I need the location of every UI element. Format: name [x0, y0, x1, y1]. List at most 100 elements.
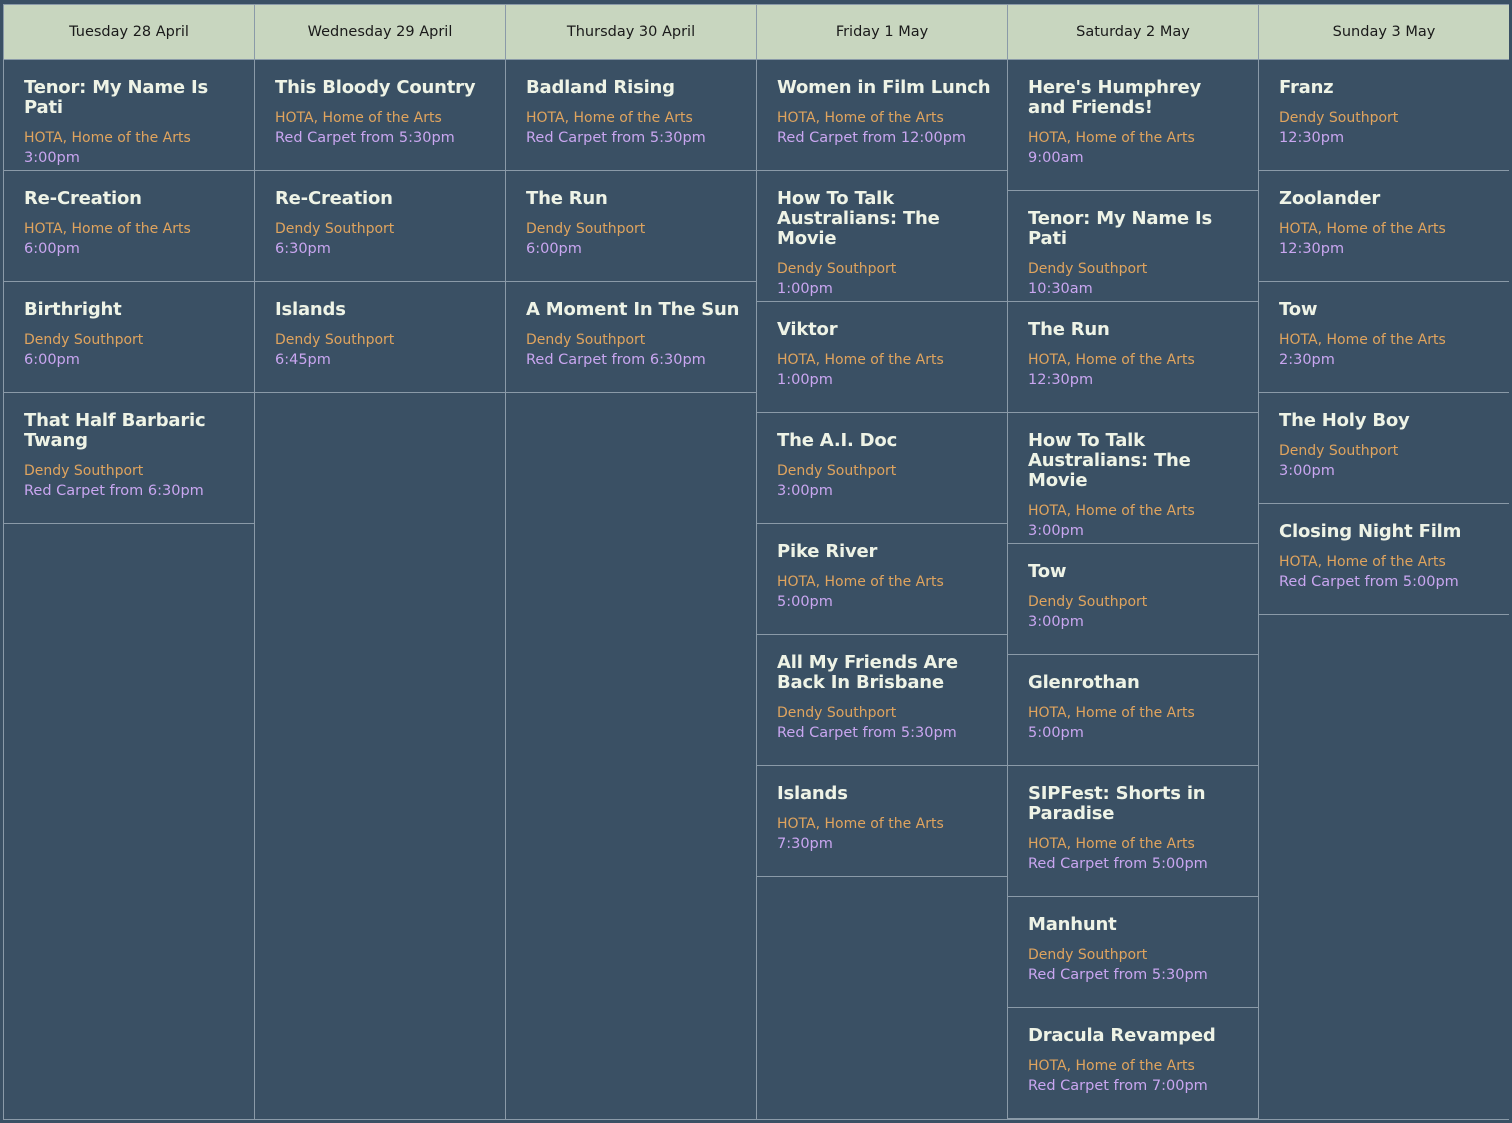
event-title: All My Friends Are Back In Brisbane	[777, 652, 958, 693]
event-time: Red Carpet from 5:30pm	[777, 725, 957, 741]
event-card[interactable]: Birthright Dendy Southport 6:00pm	[4, 282, 254, 393]
event-title: Dracula Revamped	[1028, 1025, 1216, 1046]
event-title: Closing Night Film	[1279, 521, 1462, 542]
event-time: Red Carpet from 5:30pm	[1028, 967, 1208, 983]
event-title: Pike River	[777, 541, 878, 562]
event-card[interactable]: Dracula Revamped HOTA, Home of the Arts …	[1008, 1008, 1258, 1119]
event-card[interactable]: Tow Dendy Southport 3:00pm	[1008, 544, 1258, 655]
event-venue: HOTA, Home of the Arts	[777, 110, 944, 126]
event-title: Tenor: My Name Is Pati	[1028, 208, 1212, 249]
event-time: 6:45pm	[275, 352, 331, 368]
event-venue: Dendy Southport	[24, 463, 144, 479]
event-venue: HOTA, Home of the Arts	[275, 110, 442, 126]
event-title: Zoolander	[1279, 188, 1381, 209]
event-title: Islands	[275, 299, 346, 320]
event-card[interactable]: Tow HOTA, Home of the Arts 2:30pm	[1259, 282, 1509, 393]
event-venue: HOTA, Home of the Arts	[1028, 836, 1195, 852]
event-card[interactable]: SIPFest: Shorts in Paradise HOTA, Home o…	[1008, 766, 1258, 897]
event-card[interactable]: Re-Creation Dendy Southport 6:30pm	[255, 171, 505, 282]
event-time: 1:00pm	[777, 281, 833, 297]
event-time: 6:30pm	[275, 241, 331, 257]
event-title: How To Talk Australians: The Movie	[777, 188, 940, 249]
event-title: Re-Creation	[275, 188, 393, 209]
event-time: 12:30pm	[1279, 130, 1345, 146]
event-card[interactable]: The A.I. Doc Dendy Southport 3:00pm	[757, 413, 1007, 524]
event-title: How To Talk Australians: The Movie	[1028, 430, 1191, 491]
event-card[interactable]: All My Friends Are Back In Brisbane Dend…	[757, 635, 1007, 766]
event-card[interactable]: Glenrothan HOTA, Home of the Arts 5:00pm	[1008, 655, 1258, 766]
event-time: 1:00pm	[777, 372, 833, 388]
event-venue: Dendy Southport	[275, 332, 395, 348]
event-time: 3:00pm	[1028, 523, 1084, 539]
event-venue: HOTA, Home of the Arts	[1028, 352, 1195, 368]
event-card[interactable]: The Run Dendy Southport 6:00pm	[506, 171, 756, 282]
event-title: That Half Barbaric Twang	[24, 410, 206, 451]
event-time: Red Carpet from 6:30pm	[24, 483, 204, 499]
event-card[interactable]: Islands Dendy Southport 6:45pm	[255, 282, 505, 393]
event-venue: Dendy Southport	[526, 221, 646, 237]
event-title: Tow	[1028, 561, 1067, 582]
event-venue: HOTA, Home of the Arts	[1028, 503, 1195, 519]
event-title: Birthright	[24, 299, 122, 320]
event-card[interactable]: Women in Film Lunch HOTA, Home of the Ar…	[757, 60, 1007, 171]
event-venue: HOTA, Home of the Arts	[1028, 705, 1195, 721]
event-venue: Dendy Southport	[777, 261, 897, 277]
event-time: 12:30pm	[1028, 372, 1094, 388]
event-card[interactable]: How To Talk Australians: The Movie HOTA,…	[1008, 413, 1258, 544]
event-time: 5:00pm	[777, 594, 833, 610]
event-card[interactable]: This Bloody Country HOTA, Home of the Ar…	[255, 60, 505, 171]
event-venue: Dendy Southport	[24, 332, 144, 348]
event-card[interactable]: Tenor: My Name Is Pati HOTA, Home of the…	[4, 60, 254, 171]
day-header: Sunday 3 May	[1259, 5, 1509, 60]
event-title: The Run	[1028, 319, 1110, 340]
event-venue: HOTA, Home of the Arts	[1028, 1058, 1195, 1074]
event-title: Tow	[1279, 299, 1318, 320]
event-time: Red Carpet from 5:00pm	[1028, 856, 1208, 872]
event-time: 3:00pm	[1279, 463, 1335, 479]
event-card[interactable]: Tenor: My Name Is Pati Dendy Southport 1…	[1008, 191, 1258, 302]
day-column-wednesday: Wednesday 29 April This Bloody Country H…	[255, 5, 505, 1119]
event-time: 5:00pm	[1028, 725, 1084, 741]
event-card[interactable]: Viktor HOTA, Home of the Arts 1:00pm	[757, 302, 1007, 413]
event-time: 9:00am	[1028, 150, 1084, 166]
event-card[interactable]: Badland Rising HOTA, Home of the Arts Re…	[506, 60, 756, 171]
day-column-tuesday: Tuesday 28 April Tenor: My Name Is Pati …	[4, 5, 254, 1119]
event-venue: HOTA, Home of the Arts	[526, 110, 693, 126]
event-card[interactable]: A Moment In The Sun Dendy Southport Red …	[506, 282, 756, 393]
schedule-grid: Tuesday 28 April Tenor: My Name Is Pati …	[3, 4, 1509, 1120]
event-venue: Dendy Southport	[1279, 443, 1399, 459]
event-card[interactable]: Closing Night Film HOTA, Home of the Art…	[1259, 504, 1509, 615]
event-card[interactable]: Islands HOTA, Home of the Arts 7:30pm	[757, 766, 1007, 877]
event-title: SIPFest: Shorts in Paradise	[1028, 783, 1206, 824]
event-card[interactable]: That Half Barbaric Twang Dendy Southport…	[4, 393, 254, 524]
event-venue: HOTA, Home of the Arts	[1279, 554, 1446, 570]
event-title: Tenor: My Name Is Pati	[24, 77, 208, 118]
event-card[interactable]: Pike River HOTA, Home of the Arts 5:00pm	[757, 524, 1007, 635]
event-title: Women in Film Lunch	[777, 77, 991, 98]
event-title: This Bloody Country	[275, 77, 476, 98]
event-time: 3:00pm	[24, 150, 80, 166]
event-card[interactable]: The Run HOTA, Home of the Arts 12:30pm	[1008, 302, 1258, 413]
event-title: A Moment In The Sun	[526, 299, 740, 320]
event-card[interactable]: The Holy Boy Dendy Southport 3:00pm	[1259, 393, 1509, 504]
event-card[interactable]: How To Talk Australians: The Movie Dendy…	[757, 171, 1007, 302]
event-time: 7:30pm	[777, 836, 833, 852]
event-venue: Dendy Southport	[1028, 594, 1148, 610]
event-card[interactable]: Zoolander HOTA, Home of the Arts 12:30pm	[1259, 171, 1509, 282]
event-time: 10:30am	[1028, 281, 1093, 297]
event-time: Red Carpet from 5:00pm	[1279, 574, 1459, 590]
event-venue: HOTA, Home of the Arts	[777, 574, 944, 590]
event-card[interactable]: Here's Humphrey and Friends! HOTA, Home …	[1008, 60, 1258, 191]
day-column-saturday: Saturday 2 May Here's Humphrey and Frien…	[1008, 5, 1258, 1119]
event-title: Viktor	[777, 319, 838, 340]
event-venue: Dendy Southport	[526, 332, 646, 348]
event-title: Re-Creation	[24, 188, 142, 209]
event-venue: Dendy Southport	[275, 221, 395, 237]
event-time: Red Carpet from 5:30pm	[275, 130, 455, 146]
event-card[interactable]: Re-Creation HOTA, Home of the Arts 6:00p…	[4, 171, 254, 282]
event-time: 6:00pm	[24, 352, 80, 368]
event-card[interactable]: Manhunt Dendy Southport Red Carpet from …	[1008, 897, 1258, 1008]
event-title: The A.I. Doc	[777, 430, 898, 451]
event-venue: HOTA, Home of the Arts	[1279, 332, 1446, 348]
event-card[interactable]: Franz Dendy Southport 12:30pm	[1259, 60, 1509, 171]
